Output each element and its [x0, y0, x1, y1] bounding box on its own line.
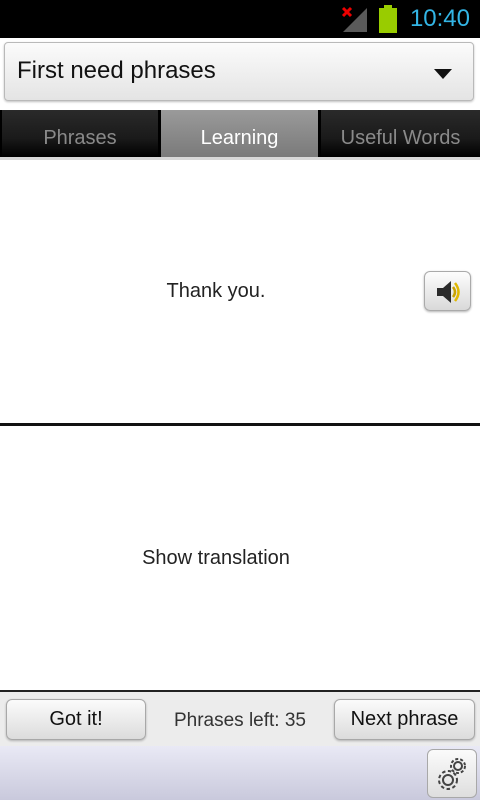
- dropdown-arrow-icon: [434, 69, 452, 79]
- status-bar: 10:40: [0, 0, 480, 38]
- translation-panel[interactable]: Show translation: [0, 426, 480, 690]
- phrase-panel: Thank you.: [0, 160, 480, 423]
- gears-icon: [438, 758, 466, 790]
- phrases-left-counter: Phrases left: 35: [173, 710, 307, 731]
- tab-bar: Phrases Learning Useful Words: [0, 110, 480, 160]
- footer-bar: [0, 746, 480, 800]
- action-bar: Got it! Phrases left: 35 Next phrase: [0, 692, 480, 746]
- phrase-text: Thank you.: [166, 280, 266, 302]
- next-phrase-button[interactable]: Next phrase: [334, 699, 475, 740]
- category-spinner-value: First need phrases: [17, 57, 216, 84]
- got-it-button[interactable]: Got it!: [6, 699, 146, 740]
- signal-no-service-icon: [341, 6, 369, 32]
- tab-phrases[interactable]: Phrases: [2, 110, 158, 157]
- battery-icon: [378, 5, 398, 33]
- speaker-icon: [437, 281, 460, 303]
- speak-button[interactable]: [424, 271, 471, 311]
- category-spinner[interactable]: First need phrases: [4, 42, 474, 101]
- status-time: 10:40: [409, 5, 470, 32]
- settings-button[interactable]: [427, 749, 477, 798]
- tab-useful-words[interactable]: Useful Words: [321, 110, 480, 157]
- show-translation-text[interactable]: Show translation: [0, 547, 432, 570]
- category-spinner-container: First need phrases: [0, 38, 480, 110]
- tab-learning[interactable]: Learning: [161, 110, 318, 157]
